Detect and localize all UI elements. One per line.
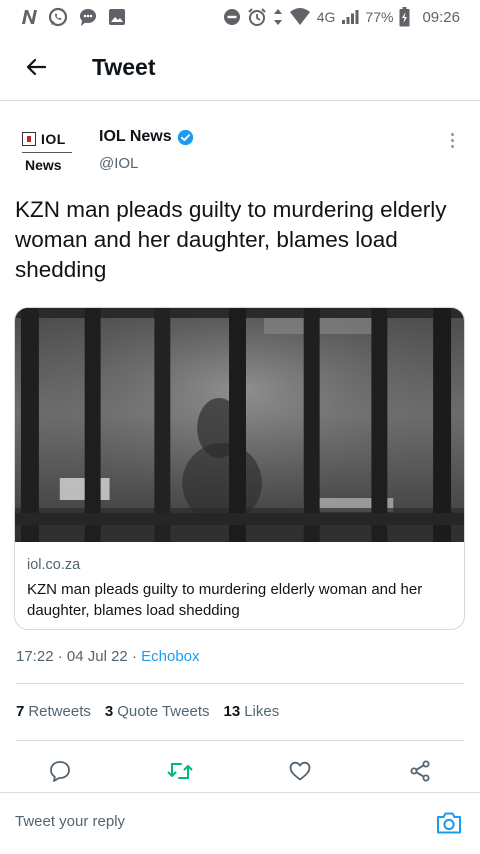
reply-input[interactable]	[15, 813, 395, 830]
card-body: iol.co.za KZN man pleads guilty to murde…	[15, 542, 464, 621]
likes-count: 13	[223, 703, 241, 720]
divider	[16, 740, 464, 741]
retweets-label: Retweets	[28, 703, 91, 720]
status-left-icons	[20, 7, 126, 27]
camera-icon	[437, 812, 461, 834]
clock: 09:26	[422, 8, 460, 26]
more-dot-icon	[450, 132, 454, 136]
verified-badge-icon	[177, 129, 194, 146]
image-icon	[108, 8, 126, 26]
more-dot-icon	[450, 144, 454, 148]
avatar-logo-text: IOL	[41, 131, 66, 147]
camera-button[interactable]	[434, 808, 464, 838]
do-not-disturb-icon	[223, 8, 241, 26]
retweets-count: 7	[16, 703, 25, 720]
like-button[interactable]	[285, 756, 315, 786]
network-type: 4G	[316, 9, 336, 25]
meta-separator: ·	[57, 648, 63, 665]
author-info: IOL News @IOL	[99, 128, 194, 172]
reply-bar	[0, 792, 480, 850]
likes-stat[interactable]: 13 Likes	[224, 703, 280, 720]
reply-icon	[50, 761, 70, 782]
data-arrows-icon	[273, 8, 283, 26]
tweet-time: 17:22	[16, 648, 54, 665]
author-name-row: IOL News	[99, 128, 194, 146]
tweet-meta: 17:22 · 04 Jul 22 · Echobox	[16, 648, 200, 665]
quote-tweets-count: 3	[104, 703, 114, 720]
battery-percent: 77%	[365, 9, 394, 25]
heart-icon	[289, 761, 311, 781]
retweet-icon	[167, 763, 193, 779]
author-handle[interactable]: @IOL	[99, 155, 194, 172]
tweet-source-link[interactable]: Echobox	[141, 648, 199, 665]
divider	[16, 683, 464, 684]
n-notification-icon	[20, 9, 38, 25]
card-title: KZN man pleads guilty to murdering elder…	[27, 581, 423, 619]
tweet-date: 04 Jul 22	[66, 648, 128, 665]
reply-button[interactable]	[45, 756, 75, 786]
more-options-button[interactable]	[442, 128, 462, 152]
avatar-logo-subtext: News	[25, 157, 62, 173]
avatar-logo-top: IOL	[22, 128, 74, 150]
likes-label: Likes	[244, 703, 280, 720]
more-dot-icon	[450, 138, 454, 142]
wifi-icon	[289, 8, 311, 26]
signal-icon	[341, 9, 359, 25]
app-header: Tweet	[0, 34, 480, 101]
status-bar: 4G 77% 09:26	[0, 0, 480, 34]
meta-separator: ·	[131, 648, 137, 665]
status-right-icons: 4G 77% 09:26	[223, 7, 460, 27]
tweet-actions	[0, 756, 480, 790]
whatsapp-icon	[48, 7, 68, 27]
card-image	[15, 308, 464, 542]
quote-tweets-stat[interactable]: 3 Quote Tweets	[105, 703, 210, 720]
alarm-icon	[247, 7, 267, 27]
tweet-text: KZN man pleads guilty to murdering elder…	[15, 197, 447, 282]
battery-icon	[399, 7, 410, 27]
tweet-stats: 7 Retweets 3 Quote Tweets 13 Likes	[16, 703, 279, 720]
back-button[interactable]	[22, 53, 50, 81]
retweets-stat[interactable]: 7 Retweets	[16, 703, 91, 720]
retweet-button[interactable]	[165, 756, 195, 786]
quote-tweets-label: Quote Tweets	[117, 703, 210, 720]
tweet-author: IOL News IOL News @IOL	[16, 122, 464, 182]
arrow-left-icon	[26, 58, 47, 76]
author-name[interactable]: IOL News	[99, 128, 172, 146]
page-title: Tweet	[92, 53, 156, 80]
share-icon	[410, 760, 430, 782]
card-domain: iol.co.za	[27, 557, 81, 573]
chat-icon	[78, 7, 98, 27]
share-button[interactable]	[405, 756, 435, 786]
author-avatar[interactable]: IOL News	[22, 128, 74, 178]
avatar-logo-divider	[22, 152, 72, 153]
iol-logo-icon	[22, 132, 36, 146]
link-preview-card[interactable]: iol.co.za KZN man pleads guilty to murde…	[14, 307, 465, 630]
